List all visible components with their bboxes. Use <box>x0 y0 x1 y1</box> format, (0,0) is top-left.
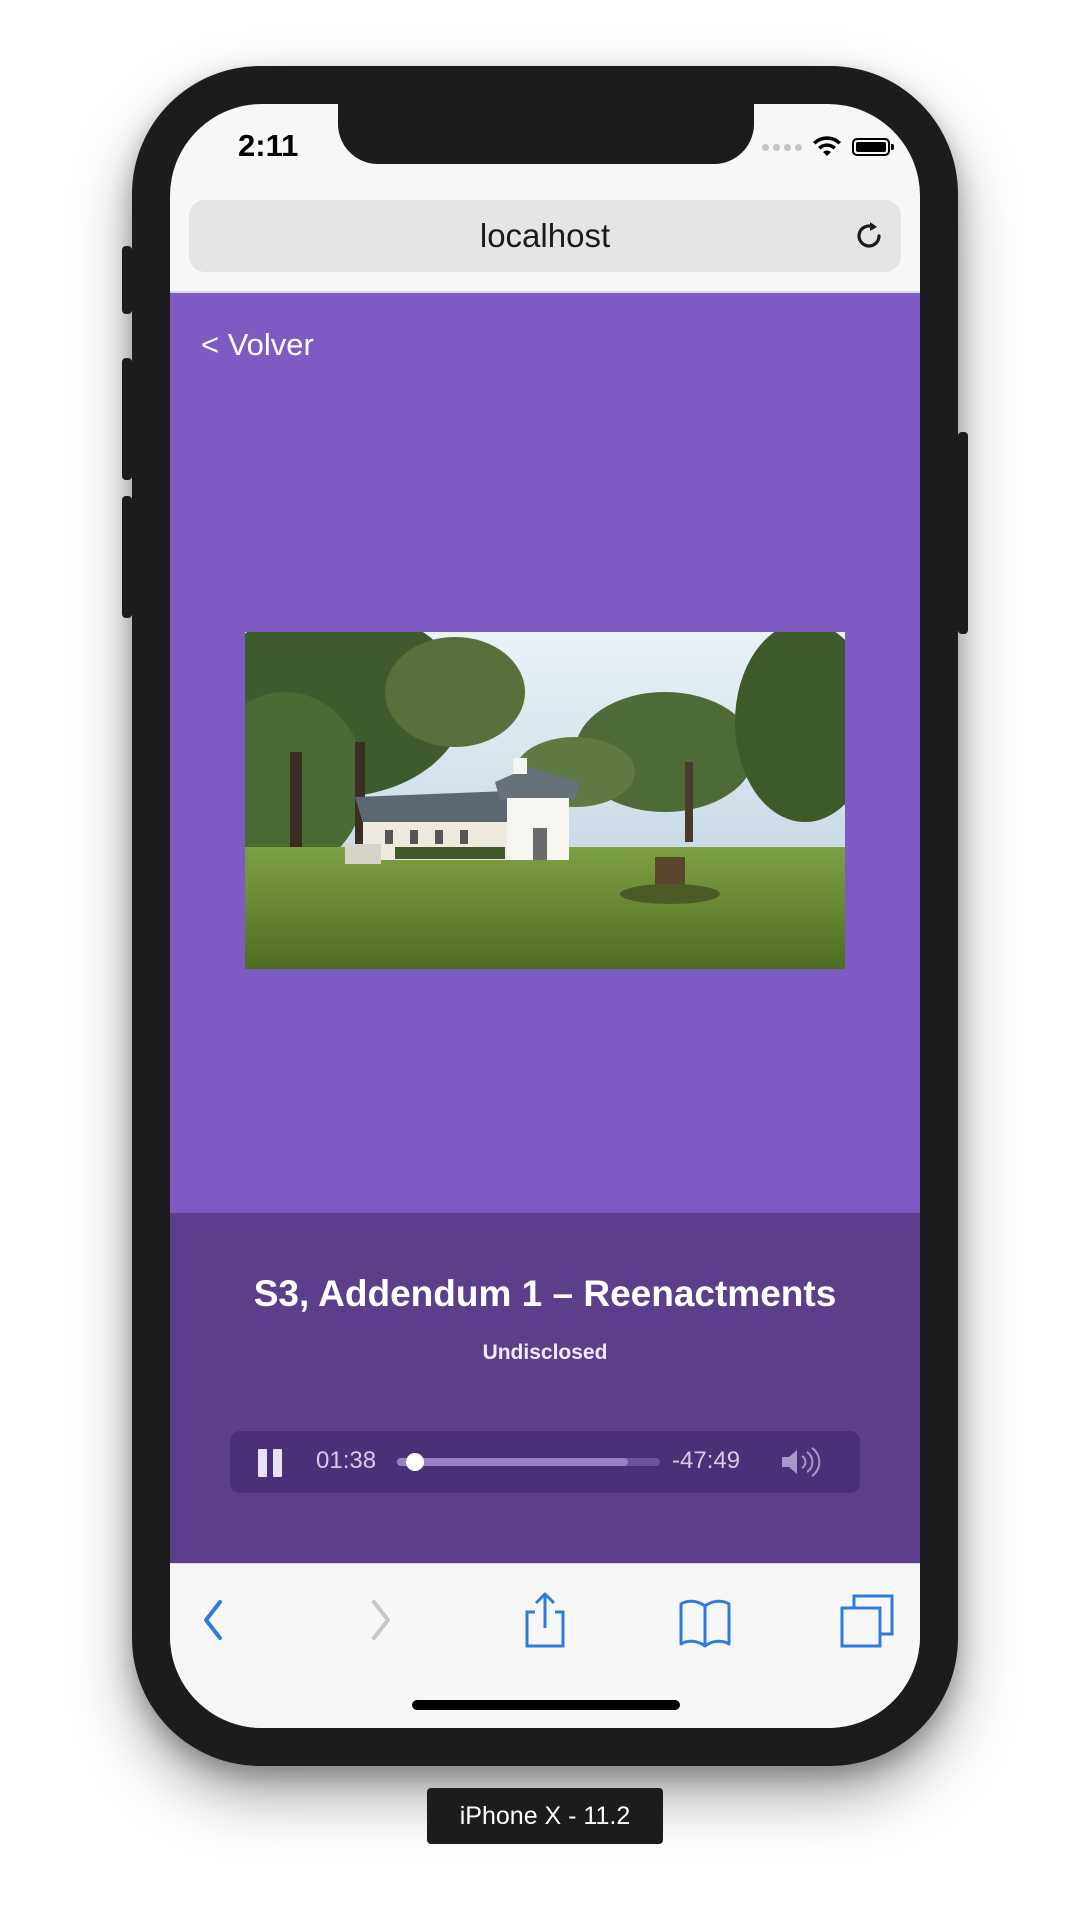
volume-up-button <box>122 358 132 480</box>
status-time: 2:11 <box>238 128 299 163</box>
buffered-bar <box>397 1458 629 1466</box>
status-icons <box>762 136 894 158</box>
episode-title: S3, Addendum 1 – Reenactments <box>253 1273 837 1314</box>
silent-switch <box>122 246 132 314</box>
device-label: iPhone X - 11.2 <box>427 1788 663 1844</box>
pause-icon[interactable] <box>258 1449 282 1477</box>
forward-icon <box>372 1600 390 1640</box>
bookmarks-icon[interactable] <box>675 1590 735 1650</box>
volume-down-button <box>122 496 132 618</box>
volume-icon[interactable] <box>780 1447 824 1477</box>
episode-artwork-section: < Volver <box>170 293 920 1213</box>
home-indicator[interactable] <box>412 1700 680 1710</box>
share-icon[interactable] <box>515 1590 575 1650</box>
podcast-name: Undisclosed <box>482 1341 608 1364</box>
remaining-time: -47:49 <box>672 1447 741 1474</box>
back-icon[interactable] <box>184 1590 244 1650</box>
seek-thumb[interactable] <box>405 1453 424 1471</box>
reload-icon[interactable] <box>851 218 887 254</box>
cellular-signal-icon <box>762 143 802 151</box>
screen: 2:11 localhost < Volver S3, Addendum 1 –… <box>170 104 920 1728</box>
power-button <box>958 432 968 634</box>
seek-slider[interactable] <box>397 1453 660 1471</box>
battery-icon <box>852 138 894 156</box>
tabs-icon[interactable] <box>838 1590 898 1650</box>
back-link[interactable]: < Volver <box>201 327 314 363</box>
wifi-icon <box>813 136 841 156</box>
url-text[interactable]: localhost <box>480 217 610 255</box>
notch <box>338 104 754 164</box>
episode-artwork-image <box>245 632 845 969</box>
player-section: S3, Addendum 1 – Reenactments Undisclose… <box>170 1213 920 1563</box>
address-bar[interactable]: localhost <box>189 200 901 272</box>
elapsed-time: 01:38 <box>316 1447 377 1474</box>
audio-player: 01:38 -47:49 <box>230 1431 860 1493</box>
